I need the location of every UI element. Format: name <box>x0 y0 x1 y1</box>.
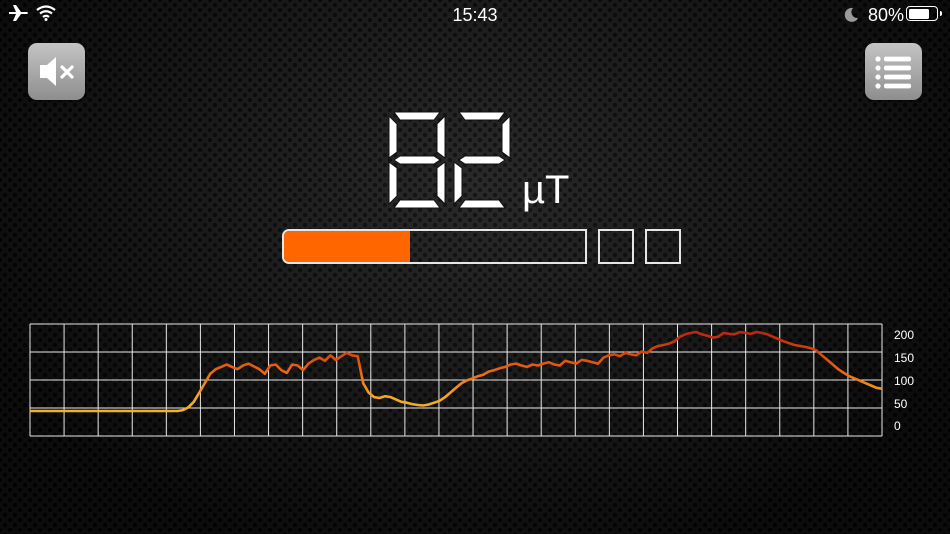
y-tick-label: 0 <box>894 419 901 433</box>
menu-button[interactable] <box>865 43 922 100</box>
field-history-line <box>30 330 883 413</box>
level-bar <box>282 229 587 264</box>
level-indicator-box <box>645 229 681 264</box>
y-tick-label: 150 <box>894 351 914 365</box>
list-icon <box>875 56 911 89</box>
mute-button[interactable] <box>28 43 85 100</box>
y-tick-label: 100 <box>894 374 914 388</box>
chart-grid <box>29 323 883 437</box>
unit-label: µT <box>522 168 570 212</box>
history-chart: 200 150 100 50 0 <box>29 323 914 437</box>
y-axis: 200 150 100 50 0 <box>894 328 914 433</box>
speaker-muted-icon <box>40 57 74 86</box>
moon-icon <box>843 7 859 28</box>
battery-percent: 80% <box>868 5 905 25</box>
level-indicator-box <box>598 229 634 264</box>
level-bar-fill <box>284 231 411 262</box>
battery-icon <box>906 6 942 21</box>
y-tick-label: 50 <box>894 397 908 411</box>
status-bar: 15:43 80% <box>0 0 950 30</box>
clock: 15:43 <box>452 5 498 25</box>
y-tick-label: 200 <box>894 328 914 342</box>
